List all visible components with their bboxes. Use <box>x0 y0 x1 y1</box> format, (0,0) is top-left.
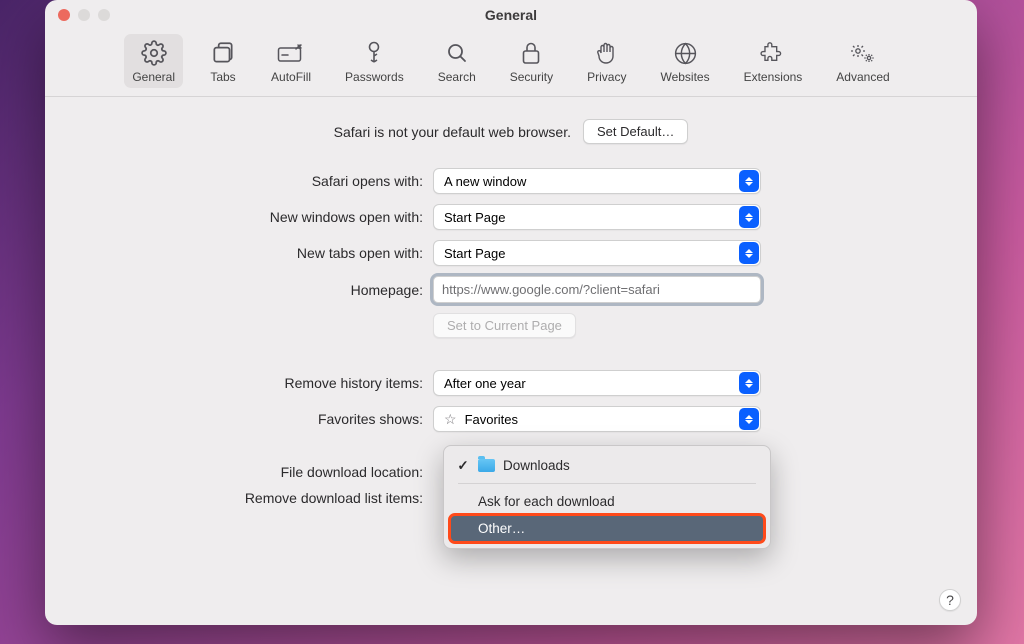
opens-with-popup[interactable]: A new window <box>433 168 761 194</box>
homepage-field[interactable] <box>433 276 761 303</box>
tab-tabs[interactable]: Tabs <box>201 34 245 88</box>
set-default-button[interactable]: Set Default… <box>583 119 688 144</box>
set-current-page-button[interactable]: Set to Current Page <box>433 313 576 338</box>
favorites-value: Favorites <box>465 412 518 427</box>
remove-history-value: After one year <box>444 376 526 391</box>
menu-item-downloads[interactable]: ✓ Downloads <box>450 452 764 479</box>
autofill-icon <box>277 40 305 66</box>
new-windows-label: New windows open with: <box>45 209 433 225</box>
folder-icon <box>478 459 495 472</box>
tab-label: Websites <box>660 70 709 84</box>
toolbar: General Tabs AutoFill Passwords Search <box>45 30 977 97</box>
tab-passwords[interactable]: Passwords <box>337 34 412 88</box>
menu-item-label: Downloads <box>503 458 570 473</box>
tabs-icon <box>209 40 237 66</box>
menu-item-label: Ask for each download <box>478 494 615 509</box>
search-icon <box>443 40 471 66</box>
popup-arrows-icon <box>739 170 759 192</box>
globe-icon <box>671 40 699 66</box>
popup-arrows-icon <box>739 242 759 264</box>
menu-item-ask[interactable]: Ask for each download <box>450 488 764 515</box>
gear-icon <box>140 40 168 66</box>
hand-icon <box>593 40 621 66</box>
tab-security[interactable]: Security <box>502 34 561 88</box>
menu-item-other[interactable]: Other… <box>450 515 764 542</box>
favorites-popup[interactable]: ☆ Favorites <box>433 406 761 432</box>
tab-label: Privacy <box>587 70 626 84</box>
tab-label: Extensions <box>744 70 803 84</box>
popup-arrows-icon <box>739 408 759 430</box>
opens-with-label: Safari opens with: <box>45 173 433 189</box>
checkmark-icon: ✓ <box>456 458 470 474</box>
tab-label: Search <box>438 70 476 84</box>
window-title: General <box>45 7 977 23</box>
favorites-label: Favorites shows: <box>45 411 433 427</box>
default-browser-row: Safari is not your default web browser. … <box>45 119 977 144</box>
tab-label: AutoFill <box>271 70 311 84</box>
gears-icon <box>849 40 877 66</box>
new-windows-value: Start Page <box>444 210 505 225</box>
tab-label: General <box>132 70 175 84</box>
tab-advanced[interactable]: Advanced <box>828 34 897 88</box>
download-location-label: File download location: <box>45 464 433 480</box>
new-windows-popup[interactable]: Start Page <box>433 204 761 230</box>
tab-websites[interactable]: Websites <box>652 34 717 88</box>
menu-separator <box>458 483 756 484</box>
tab-general[interactable]: General <box>124 34 183 88</box>
key-icon <box>360 40 388 66</box>
tab-label: Tabs <box>210 70 235 84</box>
popup-arrows-icon <box>739 372 759 394</box>
remove-downloads-label: Remove download list items: <box>45 490 433 506</box>
opens-with-value: A new window <box>444 174 526 189</box>
tab-search[interactable]: Search <box>430 34 484 88</box>
new-tabs-label: New tabs open with: <box>45 245 433 261</box>
help-button[interactable]: ? <box>939 589 961 611</box>
download-location-menu: ✓ Downloads Ask for each download Other… <box>443 445 771 549</box>
lock-icon <box>517 40 545 66</box>
star-icon: ☆ <box>444 412 457 426</box>
new-tabs-popup[interactable]: Start Page <box>433 240 761 266</box>
tab-extensions[interactable]: Extensions <box>736 34 811 88</box>
new-tabs-value: Start Page <box>444 246 505 261</box>
tab-label: Advanced <box>836 70 889 84</box>
homepage-label: Homepage: <box>45 282 433 298</box>
preferences-window: General General Tabs AutoFill Passwords <box>45 0 977 625</box>
tab-label: Passwords <box>345 70 404 84</box>
remove-history-popup[interactable]: After one year <box>433 370 761 396</box>
content-area: Safari is not your default web browser. … <box>45 97 977 625</box>
tab-label: Security <box>510 70 553 84</box>
tab-privacy[interactable]: Privacy <box>579 34 634 88</box>
remove-history-label: Remove history items: <box>45 375 433 391</box>
popup-arrows-icon <box>739 206 759 228</box>
menu-item-label: Other… <box>478 521 525 536</box>
titlebar: General <box>45 0 977 30</box>
default-browser-text: Safari is not your default web browser. <box>334 124 571 140</box>
puzzle-icon <box>759 40 787 66</box>
tab-autofill[interactable]: AutoFill <box>263 34 319 88</box>
